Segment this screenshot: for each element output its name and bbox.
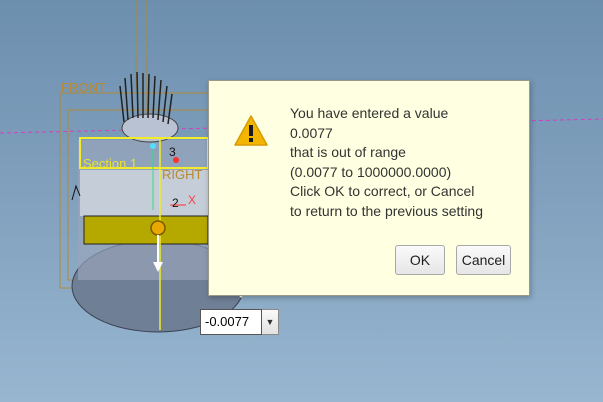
warning-icon <box>234 115 268 146</box>
datum-front-label[interactable]: FRONT <box>61 80 106 95</box>
dimension-2-label[interactable]: 2 <box>172 196 179 210</box>
dimension-3-label[interactable]: 3 <box>169 145 176 159</box>
message-line: You have entered a value <box>290 105 449 121</box>
dimension-value-input[interactable]: -0.0077 <box>200 309 262 335</box>
cancel-button[interactable]: Cancel <box>456 245 511 275</box>
ok-button[interactable]: OK <box>395 245 445 275</box>
message-line: to return to the previous setting <box>290 202 483 219</box>
message-line: 0.0077 <box>290 124 333 141</box>
chevron-down-icon: ▼ <box>265 317 275 327</box>
out-of-range-dialog: You have entered a value 0.0077 that is … <box>208 80 530 296</box>
dialog-message: You have entered a value 0.0077 that is … <box>290 104 520 221</box>
datum-right-label[interactable]: RIGHT <box>162 167 202 182</box>
message-line: that is out of range <box>290 144 406 160</box>
value-dropdown-button[interactable]: ▼ <box>262 309 279 335</box>
dimension-value-editor[interactable]: -0.0077 ▼ <box>200 309 279 335</box>
section-label[interactable]: Section 1 <box>83 156 137 171</box>
message-line: (0.0077 to 1000000.0000) <box>290 163 452 180</box>
message-line: Click OK to correct, or Cancel <box>290 183 475 199</box>
axis-x-label: X <box>188 193 197 207</box>
